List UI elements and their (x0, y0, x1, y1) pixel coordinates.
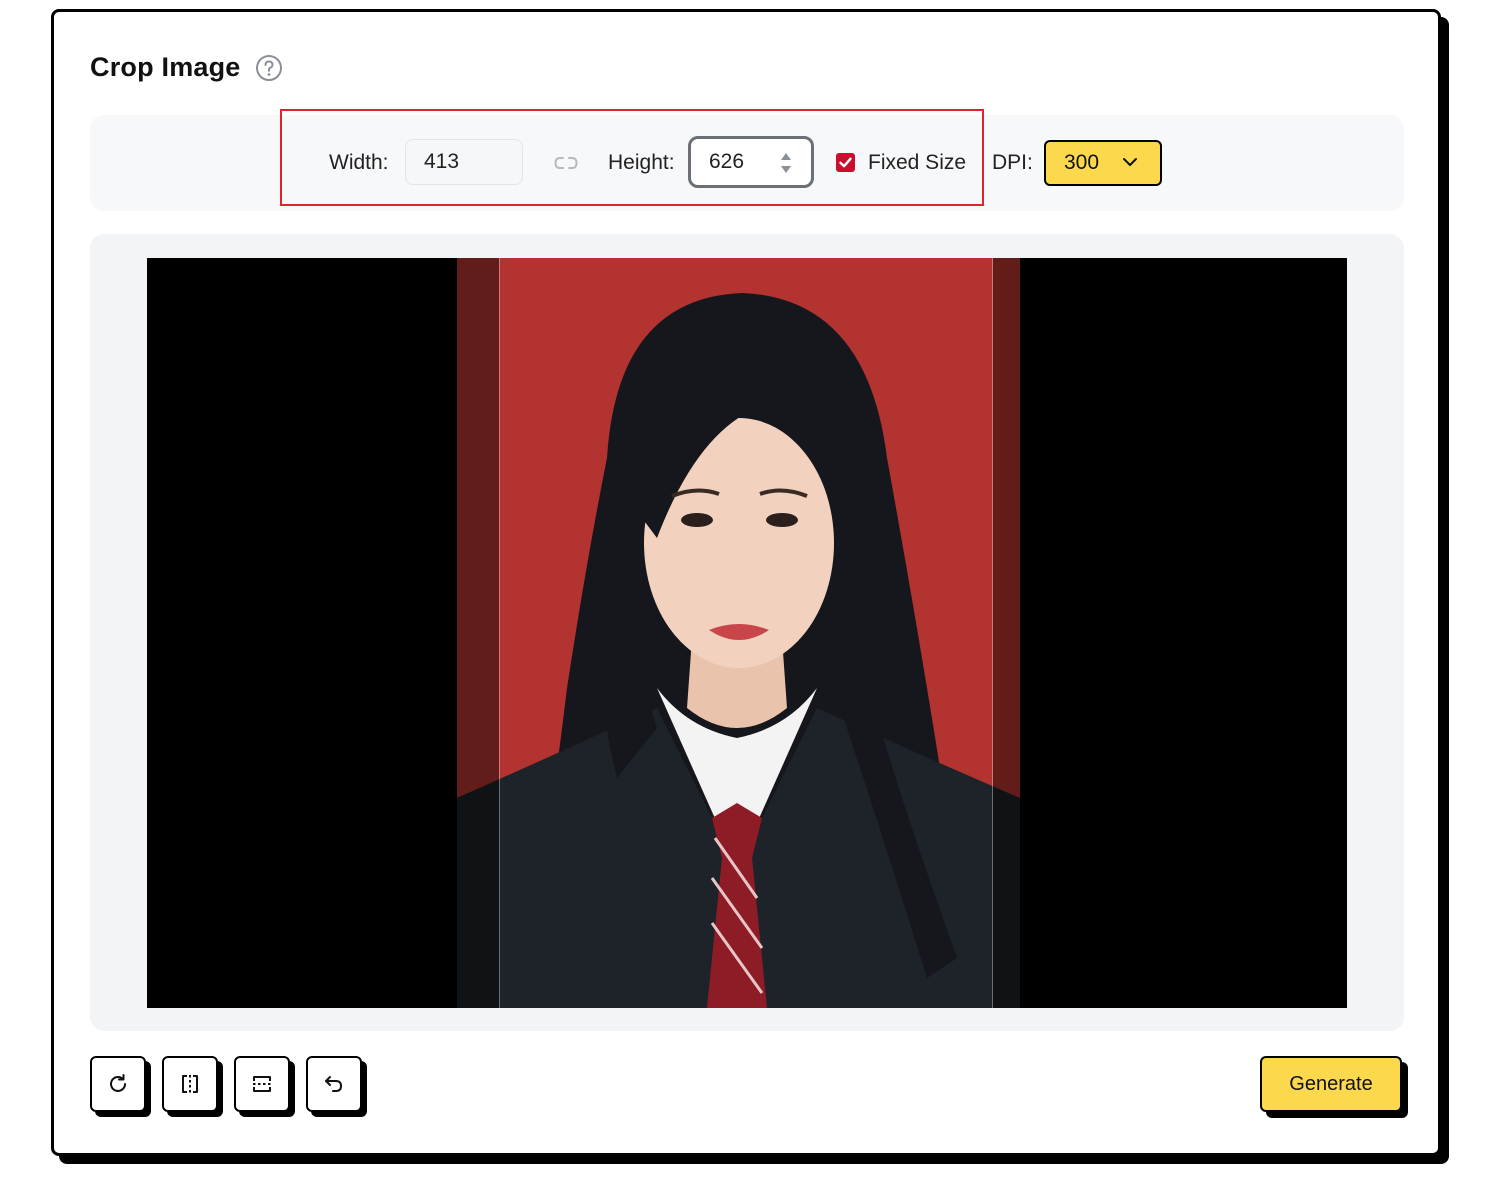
rotate-button[interactable] (90, 1056, 146, 1112)
generate-button[interactable]: Generate (1260, 1056, 1402, 1112)
dpi-label: DPI: (992, 151, 1033, 174)
crop-selection-box[interactable] (499, 258, 993, 1008)
flip-vertical-icon (253, 1076, 271, 1092)
crop-mask-right (993, 258, 1020, 1008)
chevron-down-icon (1123, 158, 1137, 166)
dimension-highlight-box (280, 109, 984, 206)
dpi-value: 300 (1064, 151, 1100, 174)
undo-button[interactable] (306, 1056, 362, 1112)
flip-horizontal-button[interactable] (162, 1056, 218, 1112)
question-circle-icon[interactable] (255, 54, 283, 82)
panel-title: Crop Image (90, 52, 241, 82)
dpi-select[interactable]: 300 (1044, 140, 1162, 186)
crop-canvas[interactable] (147, 258, 1347, 1008)
undo-icon (325, 1076, 343, 1092)
crop-canvas-area (90, 234, 1404, 1031)
rotate-icon (110, 1074, 126, 1092)
panel-header: Crop Image (90, 52, 283, 83)
flip-horizontal-icon (182, 1075, 198, 1093)
crop-mask-left (457, 258, 499, 1008)
crop-image-panel: Crop Image Width: 413 Height: 626 Fixed … (51, 9, 1441, 1156)
flip-vertical-button[interactable] (234, 1056, 290, 1112)
